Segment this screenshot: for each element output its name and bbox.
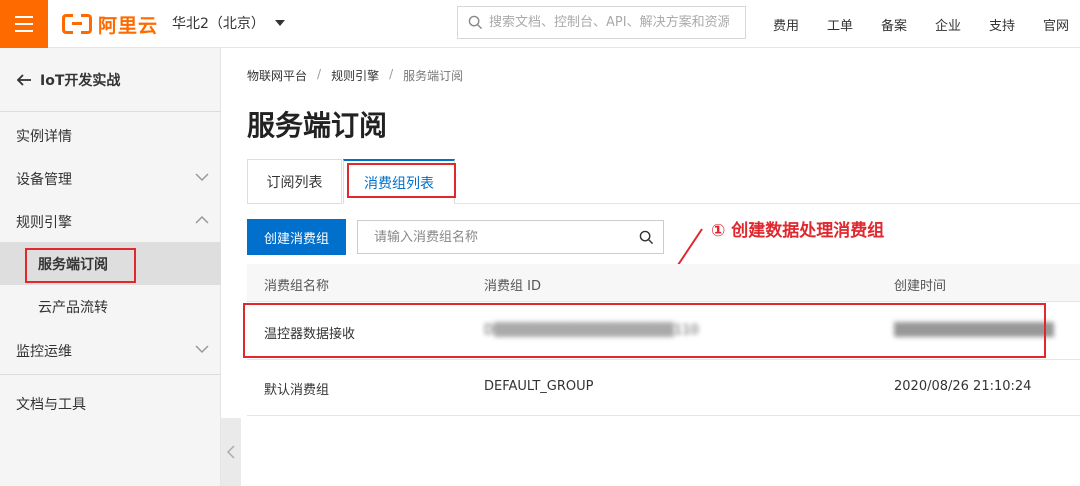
create-consumer-group-button[interactable]: 创建消费组 xyxy=(247,219,346,255)
sidebar-item-rules-engine[interactable]: 规则引擎 xyxy=(0,200,221,243)
tab-underline xyxy=(455,203,1080,204)
breadcrumb-rules-engine[interactable]: 规则引擎 xyxy=(331,67,379,84)
aliyun-logo-icon xyxy=(62,14,92,34)
nav-official-site[interactable]: 官网 xyxy=(1043,15,1069,34)
cell-created-time: 2020/08/26 21:10:24 xyxy=(894,379,1032,394)
table-row[interactable]: 默认消费组 DEFAULT_GROUP 2020/08/26 21:10:24 xyxy=(247,358,1080,416)
tab-label: 订阅列表 xyxy=(266,174,323,191)
consumer-group-search[interactable] xyxy=(357,220,664,254)
sidebar-item-label: 实例详情 xyxy=(16,128,72,145)
breadcrumb-separator: / xyxy=(317,67,322,81)
region-label: 华北2（北京） xyxy=(172,16,265,32)
menu-icon[interactable] xyxy=(0,0,48,48)
chevron-left-icon xyxy=(227,445,235,459)
chevron-up-icon xyxy=(195,215,209,224)
breadcrumb: 物联网平台 / 规则引擎 / 服务端订阅 xyxy=(247,67,463,84)
tab-subscription-list[interactable]: 订阅列表 xyxy=(247,159,342,204)
global-search-input[interactable] xyxy=(489,15,729,30)
back-to-instance[interactable]: IoT开发实战 xyxy=(0,48,221,112)
caret-down-icon xyxy=(274,20,285,26)
sidebar-item-cloud-forwarding[interactable]: 云产品流转 xyxy=(0,285,221,328)
sidebar-item-label: 云产品流转 xyxy=(38,299,108,316)
sidebar-item-label: 监控运维 xyxy=(16,343,72,360)
highlight-box xyxy=(243,303,1046,358)
sidebar-collapse-handle[interactable] xyxy=(221,418,241,486)
page-title: 服务端订阅 xyxy=(247,109,388,142)
nav-icp[interactable]: 备案 xyxy=(881,15,907,34)
column-header-id: 消费组 ID xyxy=(484,279,541,294)
highlight-box xyxy=(347,163,456,198)
annotation-text: ① 创建数据处理消费组 xyxy=(711,221,885,241)
sidebar-item-label: 文档与工具 xyxy=(16,396,86,413)
column-header-name: 消费组名称 xyxy=(264,279,330,294)
top-bar: 阿里云 华北2（北京） 费用 工单 备案 企业 支持 官网 xyxy=(0,0,1080,48)
cell-group-id: DEFAULT_GROUP xyxy=(484,379,594,394)
arrow-left-icon xyxy=(16,73,31,86)
table-header: 消费组名称 消费组 ID 创建时间 xyxy=(247,264,1080,302)
sidebar-item-instance-details[interactable]: 实例详情 xyxy=(0,114,221,157)
sidebar-divider xyxy=(0,374,221,375)
column-header-created: 创建时间 xyxy=(894,279,947,294)
cell-group-name: 默认消费组 xyxy=(264,383,330,398)
back-label: IoT开发实战 xyxy=(40,72,121,89)
nav-support[interactable]: 支持 xyxy=(989,15,1015,34)
sidebar-item-label: 设备管理 xyxy=(16,171,72,188)
sidebar-item-monitoring[interactable]: 监控运维 xyxy=(0,329,221,372)
region-selector[interactable]: 华北2（北京） xyxy=(172,13,285,33)
sidebar-item-device-management[interactable]: 设备管理 xyxy=(0,157,221,200)
global-search[interactable] xyxy=(457,6,746,39)
highlight-box xyxy=(25,248,136,283)
sidebar-item-label: 规则引擎 xyxy=(16,214,72,231)
nav-enterprise[interactable]: 企业 xyxy=(935,15,961,34)
nav-tickets[interactable]: 工单 xyxy=(827,15,853,34)
aliyun-logo[interactable]: 阿里云 xyxy=(62,12,159,37)
search-button[interactable] xyxy=(629,221,663,253)
search-icon xyxy=(639,230,653,244)
chevron-down-icon xyxy=(195,173,209,182)
breadcrumb-iot-platform[interactable]: 物联网平台 xyxy=(247,67,307,84)
nav-fees[interactable]: 费用 xyxy=(773,15,799,34)
sidebar-item-docs-tools[interactable]: 文档与工具 xyxy=(0,382,221,425)
consumer-group-search-input[interactable] xyxy=(358,229,629,245)
logo-text: 阿里云 xyxy=(98,14,159,37)
search-icon xyxy=(468,15,483,30)
breadcrumb-current: 服务端订阅 xyxy=(403,69,464,83)
chevron-down-icon xyxy=(195,345,209,354)
breadcrumb-separator: / xyxy=(389,67,394,81)
